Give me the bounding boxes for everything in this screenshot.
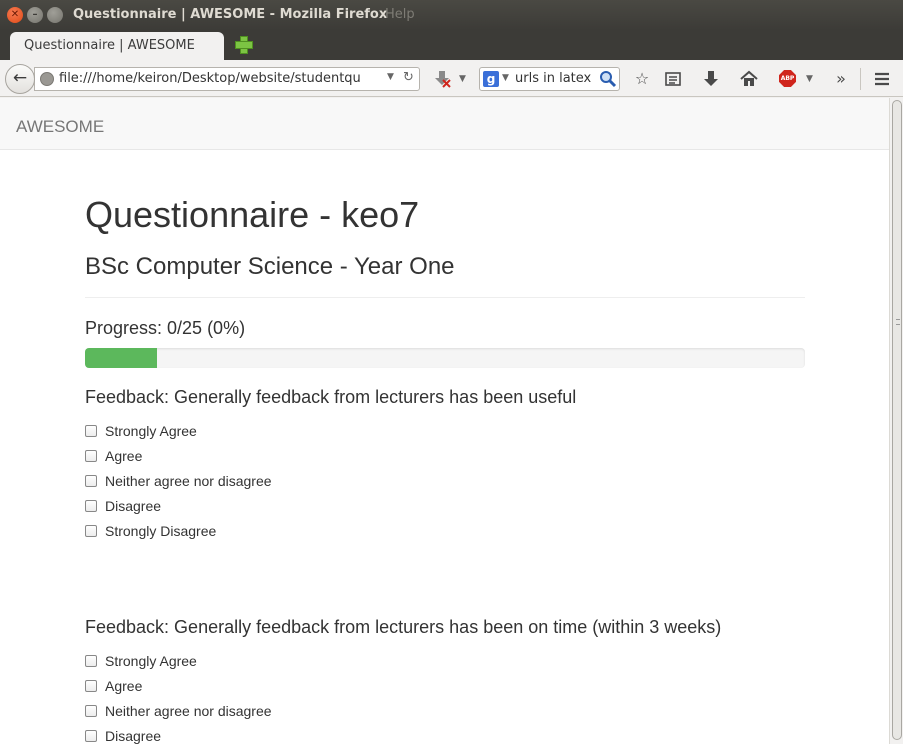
progress-label: Progress: 0/25 (0%) [85,318,246,338]
option-label: Strongly Agree [105,422,197,439]
option-label: Disagree [105,497,162,514]
option-label: Agree [105,677,143,694]
search-input[interactable]: urls in latex [515,71,591,86]
site-navbar: AWESOME [0,98,889,150]
url-history-dropdown-icon[interactable]: ▼ [387,72,394,82]
google-icon[interactable]: g [483,71,499,87]
vertical-scrollbar[interactable] [889,98,903,744]
download-blocked-icon[interactable] [433,70,451,88]
question-block: Feedback: Generally feedback from lectur… [85,387,805,543]
option-label: Agree [105,447,143,464]
progress-bar [85,348,805,368]
downloads-icon[interactable] [700,68,722,90]
tab-bar: Questionnaire | AWESOME [0,30,903,60]
option-agree[interactable]: Agree [85,443,805,468]
option-label: Strongly Disagree [105,522,217,539]
window-title: Questionnaire | AWESOME - Mozilla Firefo… [73,7,388,22]
option-label: Neither agree nor disagree [105,472,272,489]
adblock-plus-icon[interactable]: ABP [779,70,796,87]
new-tab-plus-icon[interactable] [234,35,253,54]
minimize-window-button[interactable]: – [27,7,43,23]
option-strongly-agree[interactable]: Strongly Agree [85,418,805,443]
adblock-dropdown-icon[interactable]: ▼ [806,74,813,84]
overflow-chevron-icon[interactable]: » [830,68,852,90]
page-title: Questionnaire - keo7 [85,194,420,235]
checkbox[interactable] [85,474,97,487]
page-viewport: AWESOME Questionnaire - keo7 BSc Compute… [0,98,889,744]
option-label: Disagree [105,727,162,744]
option-label: Strongly Agree [105,652,197,669]
maximize-window-button[interactable] [47,7,63,23]
option-neither[interactable]: Neither agree nor disagree [85,468,805,493]
tab-questionnaire[interactable]: Questionnaire | AWESOME [10,32,224,60]
option-neither[interactable]: Neither agree nor disagree [85,698,805,723]
bookmark-star-icon[interactable]: ☆ [631,68,653,90]
reload-icon[interactable]: ↻ [403,70,414,85]
question-title: Feedback: Generally feedback from lectur… [85,617,722,637]
back-arrow-icon: ← [12,68,28,88]
toolbar-separator [860,68,861,90]
download-dropdown-icon[interactable]: ▼ [459,74,466,84]
divider [85,297,805,298]
url-text[interactable]: file:///home/keiron/Desktop/website/stud… [59,71,387,86]
scrollbar-grip [896,319,900,325]
checkbox[interactable] [85,654,97,667]
option-disagree[interactable]: Disagree [85,723,805,744]
progress-bar-fill [85,348,157,368]
scrollbar-thumb[interactable] [892,100,902,740]
checkbox[interactable] [85,449,97,462]
page-subtitle: BSc Computer Science - Year One [85,253,455,280]
checkbox[interactable] [85,729,97,742]
close-window-button[interactable]: ✕ [7,7,23,23]
hamburger-menu-icon[interactable] [871,68,893,90]
question-block: Feedback: Generally feedback from lectur… [85,617,805,744]
option-strongly-disagree[interactable]: Strongly Disagree [85,518,805,543]
checkbox[interactable] [85,424,97,437]
help-menu[interactable]: Help [385,7,415,22]
home-icon[interactable] [738,68,760,90]
url-bar[interactable]: file:///home/keiron/Desktop/website/stud… [34,67,420,91]
bookmarks-list-icon[interactable] [662,68,684,90]
search-bar[interactable]: g ▼ urls in latex [479,67,620,91]
window-titlebar: ✕ – Questionnaire | AWESOME - Mozilla Fi… [0,0,903,30]
navigation-toolbar: file:///home/keiron/Desktop/website/stud… [0,60,903,97]
globe-icon [40,72,54,86]
option-disagree[interactable]: Disagree [85,493,805,518]
checkbox[interactable] [85,704,97,717]
checkbox[interactable] [85,679,97,692]
option-strongly-agree[interactable]: Strongly Agree [85,648,805,673]
option-label: Neither agree nor disagree [105,702,272,719]
checkbox[interactable] [85,499,97,512]
site-brand-link[interactable]: AWESOME [16,117,104,137]
checkbox[interactable] [85,524,97,537]
question-title: Feedback: Generally feedback from lectur… [85,387,577,407]
search-engine-dropdown-icon[interactable]: ▼ [502,73,509,83]
back-button[interactable]: ← [5,64,35,94]
option-agree[interactable]: Agree [85,673,805,698]
search-icon[interactable] [599,70,617,88]
